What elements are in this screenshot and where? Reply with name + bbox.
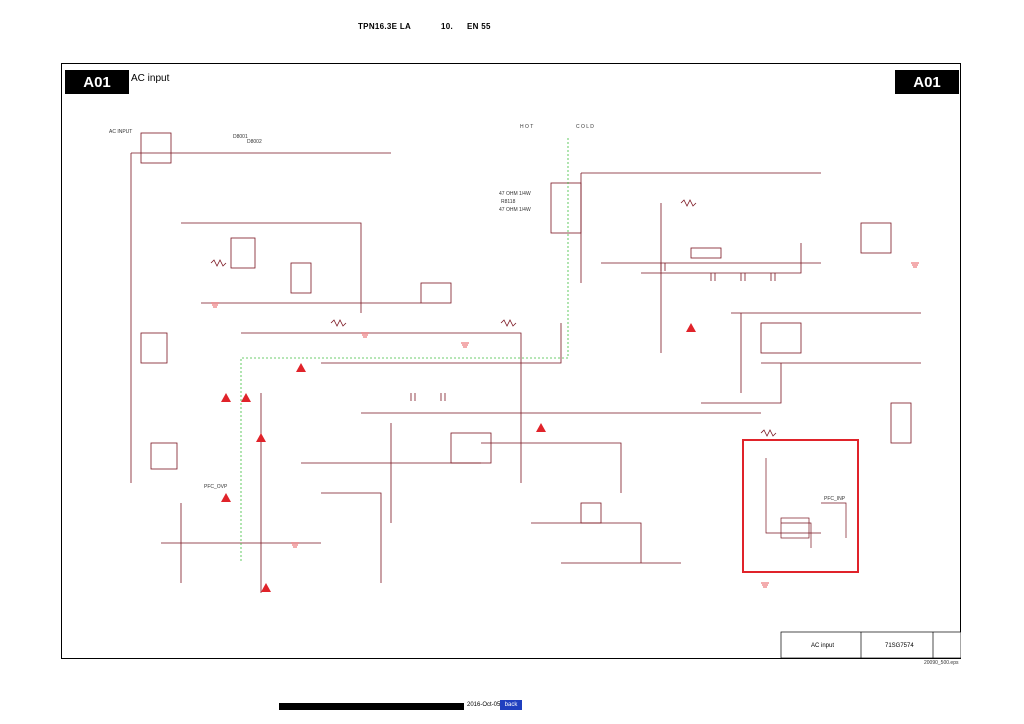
title-block-code: 71SG7574 bbox=[885, 643, 914, 649]
label-pfc-ovp: PFC_OVP bbox=[204, 484, 228, 490]
sheet-title: AC input bbox=[131, 73, 170, 84]
header-chapter: 10. bbox=[441, 22, 454, 31]
footer-back-link[interactable]: back bbox=[500, 700, 522, 710]
sheet-badge-right: A01 bbox=[895, 70, 959, 94]
label-ac-input: AC INPUT bbox=[109, 129, 132, 135]
file-name: 20090_500.eps bbox=[924, 660, 959, 666]
label-value-1: 47 OHM 1/4W bbox=[499, 191, 531, 197]
label-pfc-inp: PFC_INP bbox=[824, 496, 846, 502]
highlight-box bbox=[742, 439, 859, 573]
title-block-name: AC input bbox=[811, 643, 834, 649]
sheet-badge-left: A01 bbox=[65, 70, 129, 94]
label-d8002: D8002 bbox=[247, 139, 262, 145]
label-hot: H O T bbox=[520, 124, 533, 130]
header-model: TPN16.3E LA bbox=[358, 22, 412, 31]
label-value-2: 47 OHM 1/4W bbox=[499, 207, 531, 213]
header-page: EN 55 bbox=[467, 22, 491, 31]
footer-bar bbox=[279, 703, 464, 710]
footer-date: 2016-Oct-05 bbox=[467, 702, 501, 708]
label-d8001: D8001 bbox=[233, 134, 248, 140]
label-r8118: R8118 bbox=[501, 199, 516, 205]
label-cold: C O L D bbox=[576, 124, 594, 130]
schematic-diagram: H O T C O L D D8001 D8002 AC INPUT 47 OH… bbox=[109, 124, 961, 659]
